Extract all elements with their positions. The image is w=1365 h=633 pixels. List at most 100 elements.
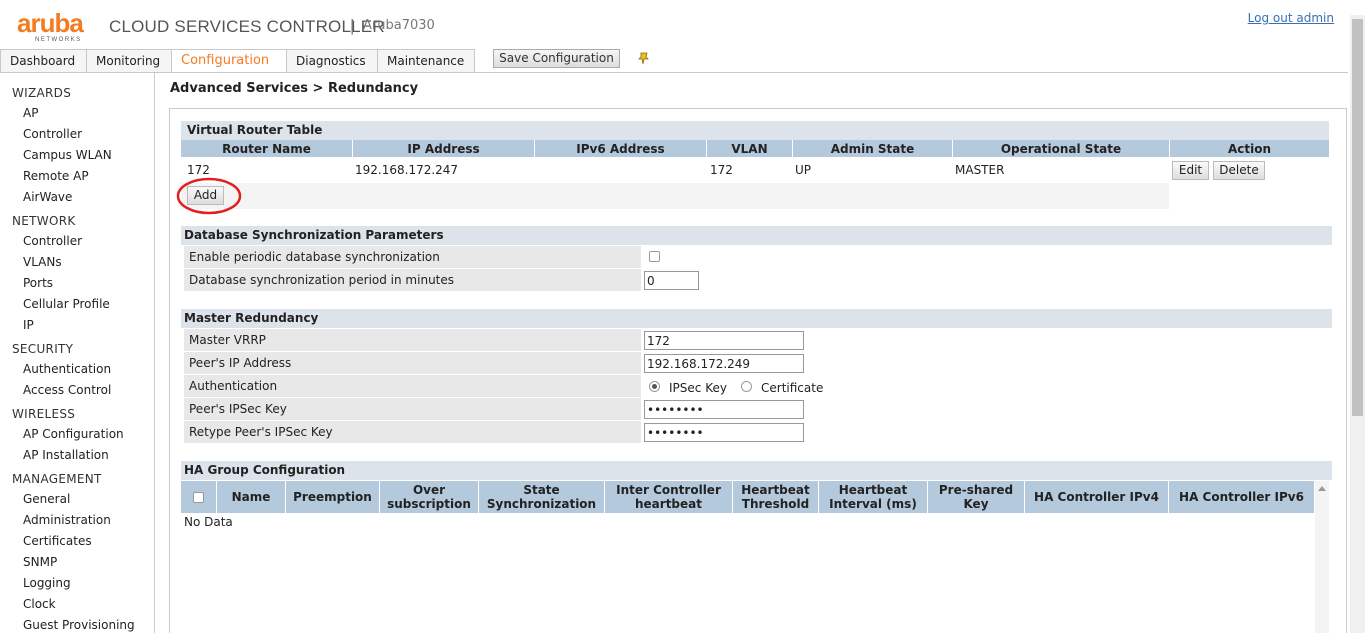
ha-col-hbint-l1: Heartbeat bbox=[838, 483, 908, 497]
nav-item-certificates[interactable]: Certificates bbox=[23, 534, 92, 548]
vrt-col-oper-state: Operational State bbox=[953, 140, 1170, 157]
logout-link[interactable]: Log out admin bbox=[1248, 11, 1334, 25]
tab-diagnostics[interactable]: Diagnostics bbox=[286, 49, 378, 72]
dbsync-title: Database Synchronization Parameters bbox=[181, 226, 1332, 245]
vrt-header: Router Name IP Address IPv6 Address VLAN… bbox=[181, 140, 1329, 157]
tab-dashboard[interactable]: Dashboard bbox=[0, 49, 87, 72]
page-scroll-thumb[interactable] bbox=[1352, 19, 1363, 416]
ha-col-interhb-l2: heartbeat bbox=[635, 497, 702, 511]
peer-key-label: Peer's IPSec Key bbox=[184, 398, 641, 420]
nav-section-management: MANAGEMENT bbox=[12, 472, 102, 486]
vrt-cell-ip: 192.168.172.247 bbox=[355, 163, 459, 177]
tab-configuration[interactable]: Configuration bbox=[171, 49, 287, 72]
tab-maintenance[interactable]: Maintenance bbox=[377, 49, 475, 72]
dbsync-enable-checkbox[interactable] bbox=[649, 251, 660, 262]
nav-item-logging[interactable]: Logging bbox=[23, 576, 71, 590]
nav-item-campus-wlan[interactable]: Campus WLAN bbox=[23, 148, 112, 162]
ha-empty-text: No Data bbox=[184, 515, 233, 529]
nav-item-ap-configuration[interactable]: AP Configuration bbox=[23, 427, 124, 441]
peer-ip-label: Peer's IP Address bbox=[184, 352, 641, 374]
scroll-up-arrow-icon[interactable] bbox=[1318, 485, 1326, 491]
vrt-col-router-name: Router Name bbox=[181, 140, 353, 157]
aruba-logo: aruba NETWORKS bbox=[17, 10, 99, 46]
nav-item-cellular-profile[interactable]: Cellular Profile bbox=[23, 297, 110, 311]
ha-col-oversub-l1: Over bbox=[412, 483, 446, 497]
ha-col-hb-interval: Heartbeat Interval (ms) bbox=[819, 481, 928, 513]
dbsync-period-input[interactable] bbox=[644, 271, 699, 290]
main-tabs: Dashboard Monitoring Configuration Diagn… bbox=[0, 49, 475, 72]
ha-col-psk-l2: Key bbox=[963, 497, 989, 511]
ha-col-ipv6: HA Controller IPv6 bbox=[1169, 481, 1314, 513]
vrt-cell-vlan: 172 bbox=[710, 163, 733, 177]
nav-item-ap-installation[interactable]: AP Installation bbox=[23, 448, 109, 462]
pin-icon[interactable] bbox=[637, 51, 651, 65]
master-vrrp-input[interactable] bbox=[644, 331, 804, 350]
nav-item-snmp[interactable]: SNMP bbox=[23, 555, 57, 569]
ha-col-oversubscription: Over subscription bbox=[380, 481, 479, 513]
breadcrumb: Advanced Services > Redundancy bbox=[170, 81, 419, 96]
dbsync-enable-label: Enable periodic database synchronization bbox=[184, 246, 641, 268]
vrt-add-row bbox=[181, 183, 1169, 209]
master-title: Master Redundancy bbox=[181, 309, 1332, 328]
page-scrollbar[interactable] bbox=[1350, 15, 1365, 633]
nav-item-ports[interactable]: Ports bbox=[23, 276, 53, 290]
nav-item-administration[interactable]: Administration bbox=[23, 513, 111, 527]
ha-col-hbthresh-l2: Threshold bbox=[741, 497, 810, 511]
logo-word: aruba bbox=[17, 8, 84, 38]
ha-col-ipv4-text: HA Controller IPv4 bbox=[1034, 490, 1159, 504]
ha-col-psk-l1: Pre-shared bbox=[938, 483, 1014, 497]
vrt-cell-router-name: 172 bbox=[187, 163, 210, 177]
vrt-col-action: Action bbox=[1227, 141, 1272, 156]
ha-col-hbthresh-l1: Heartbeat bbox=[741, 483, 810, 497]
vrt-cell-oper: MASTER bbox=[955, 163, 1005, 177]
nav-item-access-control[interactable]: Access Control bbox=[23, 383, 111, 397]
app-title: CLOUD SERVICES CONTROLLER bbox=[109, 17, 385, 36]
vrt-col-admin-state: Admin State bbox=[793, 140, 953, 157]
ha-col-name: Name bbox=[217, 481, 286, 513]
ha-col-ipv4: HA Controller IPv4 bbox=[1025, 481, 1169, 513]
auth-certificate-radio[interactable] bbox=[741, 381, 752, 392]
ha-col-hbint-l2: Interval (ms) bbox=[829, 497, 917, 511]
auth-ipsec-label: IPSec Key bbox=[669, 381, 727, 395]
ha-title: HA Group Configuration bbox=[181, 461, 1332, 480]
ha-col-preemption: Preemption bbox=[286, 481, 380, 513]
nav-item-ip[interactable]: IP bbox=[23, 318, 34, 332]
tabs-divider bbox=[0, 72, 1348, 73]
retype-key-label: Retype Peer's IPSec Key bbox=[184, 421, 641, 443]
vrt-cell-admin: UP bbox=[795, 163, 812, 177]
ha-header: Name Preemption Over subscription State Sy… bbox=[181, 481, 1314, 513]
master-vrrp-label: Master VRRP bbox=[184, 329, 641, 351]
ha-col-ipv6-text: HA Controller IPv6 bbox=[1179, 490, 1304, 504]
nav-item-network-controller[interactable]: Controller bbox=[23, 234, 82, 248]
peer-key-input[interactable] bbox=[644, 400, 804, 419]
nav-item-general[interactable]: General bbox=[23, 492, 70, 506]
ha-col-state-sync: State Synchronization bbox=[479, 481, 605, 513]
ha-col-psk: Pre-shared Key bbox=[928, 481, 1025, 513]
dbsync-period-label: Database synchronization period in minut… bbox=[184, 269, 641, 291]
logo-sub: NETWORKS bbox=[35, 37, 82, 43]
ha-col-interhb-l1: Inter Controller bbox=[616, 483, 721, 497]
ha-col-inter-hb: Inter Controller heartbeat bbox=[605, 481, 733, 513]
nav-item-airwave[interactable]: AirWave bbox=[23, 190, 72, 204]
ha-col-statesync-l1: State bbox=[523, 483, 560, 497]
nav-section-wizards: WIZARDS bbox=[12, 86, 72, 100]
nav-item-authentication[interactable]: Authentication bbox=[23, 362, 111, 376]
nav-item-remote-ap[interactable]: Remote AP bbox=[23, 169, 89, 183]
peer-ip-input[interactable] bbox=[644, 354, 804, 373]
nav-item-wizard-ap[interactable]: AP bbox=[23, 106, 38, 120]
ha-scrollbar[interactable] bbox=[1315, 481, 1329, 633]
retype-key-input[interactable] bbox=[644, 423, 804, 442]
nav-item-clock[interactable]: Clock bbox=[23, 597, 56, 611]
delete-button[interactable]: Delete bbox=[1213, 161, 1265, 180]
nav-item-vlans[interactable]: VLANs bbox=[23, 255, 62, 269]
vrt-title: Virtual Router Table bbox=[181, 121, 1329, 140]
edit-button[interactable]: Edit bbox=[1172, 161, 1209, 180]
title-separator: | bbox=[350, 16, 355, 35]
save-configuration-button[interactable]: Save Configuration bbox=[493, 49, 620, 68]
annotation-circle bbox=[176, 177, 242, 215]
tab-monitoring[interactable]: Monitoring bbox=[86, 49, 172, 72]
nav-item-guest-provisioning[interactable]: Guest Provisioning bbox=[23, 618, 135, 632]
ha-select-all-checkbox[interactable] bbox=[193, 491, 204, 503]
auth-ipsec-radio[interactable] bbox=[649, 381, 660, 392]
nav-item-wizard-controller[interactable]: Controller bbox=[23, 127, 82, 141]
